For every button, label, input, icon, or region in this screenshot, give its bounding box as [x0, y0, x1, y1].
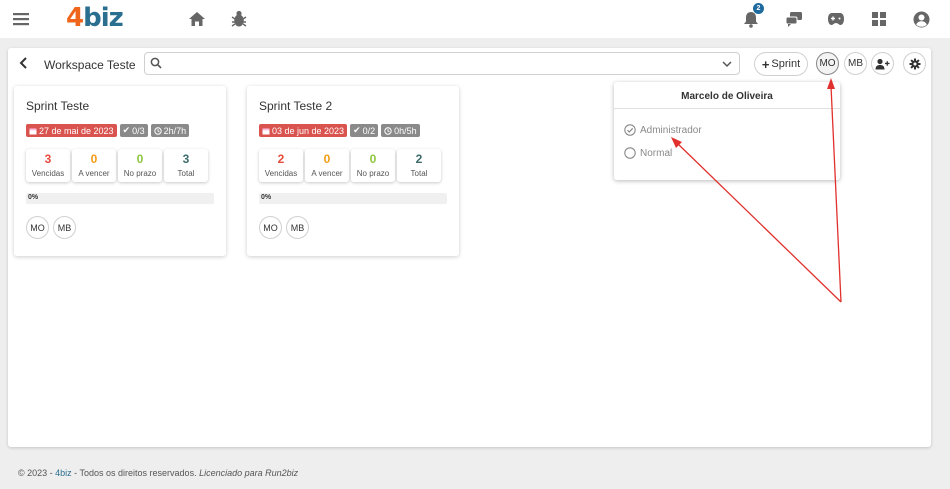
calendar-icon	[29, 128, 37, 134]
radio-checked-icon	[624, 124, 636, 136]
add-member-button[interactable]	[871, 52, 894, 75]
search-bar[interactable]	[144, 52, 740, 75]
footer-brand-link[interactable]: 4biz	[55, 468, 72, 478]
sprint-date-badge: 27 de mai de 2023	[26, 124, 117, 137]
sprint-hours-badge: 2h/7h	[150, 124, 190, 137]
sprint-title: Sprint Teste 2	[259, 99, 333, 113]
sprint-member-avatar[interactable]: MB	[286, 216, 309, 239]
member-avatar-mo[interactable]: MO	[816, 52, 839, 75]
radio-unchecked-icon	[624, 147, 636, 159]
role-option-administrador[interactable]: Administrador	[624, 124, 702, 136]
menu-icon[interactable]	[11, 9, 31, 29]
sprint-member-avatar[interactable]: MB	[53, 216, 76, 239]
stat-a-vencer[interactable]: 0A vencer	[72, 149, 116, 182]
member-role-popover: Marcelo de Oliveira Administrador Normal	[614, 82, 840, 180]
check-icon: ✔	[353, 125, 361, 135]
progress-label: 0%	[28, 194, 39, 201]
sprint-member-avatar[interactable]: MO	[259, 216, 282, 239]
user-circle-icon[interactable]	[911, 9, 931, 29]
sprint-tasks-badge: ✔ 0/2	[350, 124, 379, 137]
sprint-progress-bar: 0%	[259, 193, 447, 204]
gamepad-icon[interactable]	[826, 9, 846, 29]
plus-icon: +	[761, 56, 770, 72]
role-option-normal[interactable]: Normal	[624, 147, 672, 159]
home-icon[interactable]	[187, 9, 207, 29]
chat-icon[interactable]	[784, 9, 804, 29]
popover-title: Marcelo de Oliveira	[681, 91, 773, 102]
add-sprint-label: Sprint	[771, 58, 801, 70]
divider	[614, 108, 840, 109]
back-arrow-icon[interactable]	[18, 56, 32, 72]
stat-no-prazo[interactable]: 0 No prazo	[118, 149, 162, 182]
stat-vencidas[interactable]: 3 Vencidas	[26, 149, 70, 182]
stat-a-vencer[interactable]: 0A vencer	[305, 149, 349, 182]
stat-total[interactable]: 3 Total	[164, 149, 208, 182]
add-user-icon	[875, 58, 890, 69]
sprint-card[interactable]: Sprint Teste 2 03 de jun de 2023 ✔ 0/2 0h…	[247, 86, 459, 256]
sprint-progress-bar: 0%	[26, 193, 214, 204]
calendar-icon	[262, 128, 270, 134]
sprint-tasks-badge: ✔ 0/3	[119, 124, 148, 137]
notification-badge: 2	[753, 3, 764, 14]
add-sprint-button[interactable]: + Sprint	[754, 52, 808, 76]
search-input[interactable]	[167, 55, 707, 72]
bug-icon[interactable]	[229, 9, 249, 29]
clock-icon	[153, 126, 162, 135]
stat-total[interactable]: 2 Total	[397, 149, 441, 182]
settings-button[interactable]	[903, 52, 926, 75]
workspace-title: Workspace Teste	[44, 58, 136, 72]
app-logo[interactable]: 4biz	[66, 3, 124, 33]
check-icon: ✔	[122, 125, 131, 135]
clock-icon	[384, 126, 392, 135]
search-icon	[150, 57, 164, 71]
apps-grid-icon[interactable]	[869, 9, 889, 29]
sprint-member-avatar[interactable]: MO	[26, 216, 49, 239]
sprint-date-badge: 03 de jun de 2023	[259, 124, 348, 137]
stat-no-prazo[interactable]: 0 No prazo	[351, 149, 395, 182]
sprint-card[interactable]: Sprint Teste 27 de mai de 2023 ✔ 0/3 2h/7…	[14, 86, 226, 256]
stat-vencidas[interactable]: 2 Vencidas	[259, 149, 303, 182]
sprint-hours-badge: 0h/5h	[381, 124, 420, 137]
top-navbar: 4biz 2	[0, 0, 950, 38]
chevron-down-icon[interactable]	[721, 58, 733, 70]
gear-icon	[909, 58, 920, 69]
progress-label: 0%	[261, 194, 272, 201]
sprint-title: Sprint Teste	[26, 99, 90, 113]
footer: © 2023 - 4biz - Todos os direitos reserv…	[18, 468, 299, 478]
member-avatar-mb[interactable]: MB	[844, 52, 867, 75]
